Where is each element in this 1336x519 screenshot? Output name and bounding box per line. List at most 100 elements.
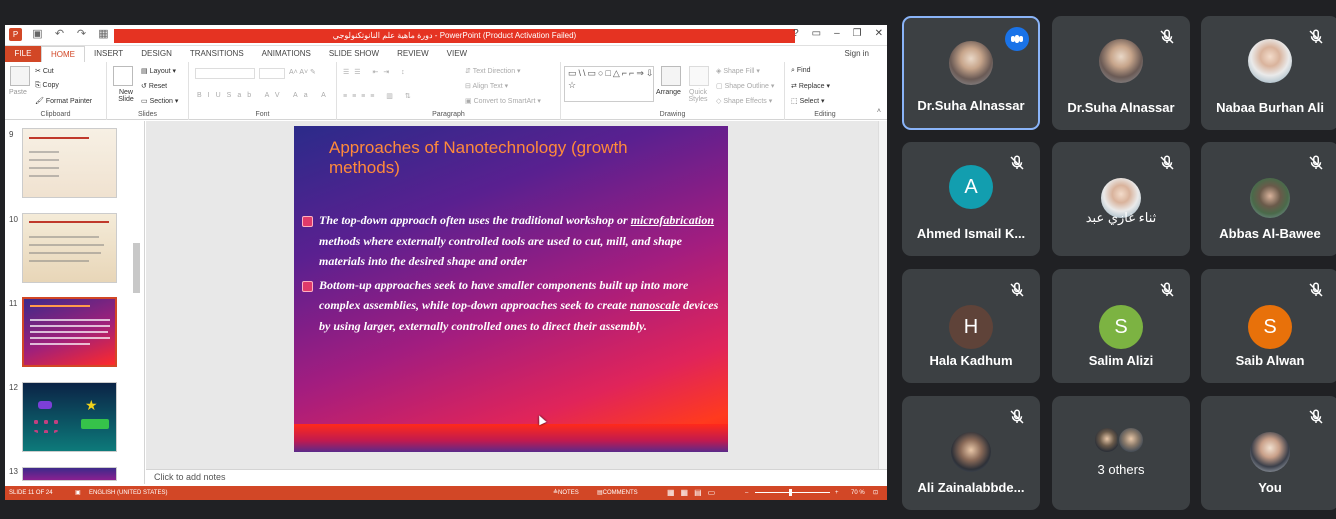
tab-animations[interactable]: ANIMATIONS xyxy=(253,46,320,62)
arrange-icon[interactable] xyxy=(661,66,681,86)
participant-tile[interactable]: Abbas Al-Bawee xyxy=(1201,142,1336,256)
participant-tile[interactable]: ثناء غازي عبد xyxy=(1052,142,1190,256)
zoom-slider-thumb[interactable] xyxy=(789,489,792,496)
new-slide-button[interactable]: New Slide xyxy=(111,89,141,103)
participant-name: Saib Alwan xyxy=(1235,353,1305,368)
copy-button[interactable]: ⎘ Copy xyxy=(35,82,59,90)
participant-tile[interactable]: H Hala Kadhum xyxy=(902,269,1040,383)
slide-thumbnail-13[interactable] xyxy=(22,467,117,481)
participant-name: Dr.Suha Alnassar xyxy=(1067,100,1175,115)
select-button[interactable]: ⬚ Select ▾ xyxy=(791,97,825,105)
view-buttons[interactable]: ▦▦▤▭ xyxy=(667,486,721,500)
fit-slide-icon[interactable]: ⊡ xyxy=(873,486,878,500)
participant-tile[interactable]: A Ahmed Ismail K... xyxy=(902,142,1040,256)
participant-tile[interactable]: Dr.Suha Alnassar xyxy=(902,16,1040,130)
tab-home[interactable]: HOME xyxy=(41,46,85,62)
participant-tile[interactable]: Dr.Suha Alnassar xyxy=(1052,16,1190,130)
grow-shrink-font[interactable]: A˄ A˅ ✎ xyxy=(289,68,316,76)
zoom-level[interactable]: 70 % xyxy=(851,486,865,500)
shape-fill-button[interactable]: ◈ Shape Fill ▾ xyxy=(716,67,760,75)
zoom-in-icon[interactable]: + xyxy=(835,486,839,500)
convert-smartart-button[interactable]: ▣ Convert to SmartArt ▾ xyxy=(465,97,541,105)
tab-file[interactable]: FILE xyxy=(5,46,41,62)
font-name-box[interactable] xyxy=(195,68,255,79)
mic-off-icon xyxy=(1160,282,1174,297)
paste-icon[interactable] xyxy=(10,66,30,86)
section-button[interactable]: ▭ Section ▾ xyxy=(141,97,178,105)
tab-review[interactable]: REVIEW xyxy=(388,46,438,62)
close-icon[interactable]: ✕ xyxy=(875,28,883,39)
thumb-number: 11 xyxy=(9,299,18,308)
thumbnail-scrollbar[interactable] xyxy=(132,123,141,483)
zoom-out-icon[interactable]: – xyxy=(745,486,748,500)
slide-thumbnail-12[interactable]: ★ xyxy=(22,382,117,452)
alignment-buttons[interactable]: ≡≡≡≡ ▥ ⇅ xyxy=(343,92,416,100)
participant-tile[interactable]: S Saib Alwan xyxy=(1201,269,1336,383)
slide-thumbnail-9[interactable] xyxy=(22,128,117,198)
shape-outline-label: Shape Outline xyxy=(724,83,769,90)
paste-button[interactable]: Paste xyxy=(9,89,27,96)
find-button[interactable]: ⌕ Find xyxy=(791,67,811,75)
align-text-button[interactable]: ⊟ Align Text ▾ xyxy=(465,82,508,90)
tab-insert[interactable]: INSERT xyxy=(85,46,132,62)
slide-thumbnail-10[interactable] xyxy=(22,213,117,283)
editor-scrollbar[interactable] xyxy=(878,121,887,469)
shape-outline-button[interactable]: ▢ Shape Outline ▾ xyxy=(716,82,774,90)
tab-view[interactable]: VIEW xyxy=(438,46,476,62)
slide-thumbnail-11[interactable] xyxy=(22,297,117,367)
sign-in-link[interactable]: Sign in xyxy=(845,49,869,58)
format-painter-button[interactable]: 🖌 Format Painter xyxy=(35,97,92,105)
editing-group: ⌕ Find ⇄ Replace ▾ ⬚ Select ▾ Editing xyxy=(785,62,865,120)
font-style-buttons[interactable]: BIUSab AV Aa A xyxy=(197,92,332,99)
participant-tile[interactable]: S Salim Alizi xyxy=(1052,269,1190,383)
cut-button[interactable]: ✂ Cut xyxy=(35,67,54,75)
status-bar: SLIDE 11 OF 24 ▣ ENGLISH (UNITED STATES)… xyxy=(5,486,887,500)
presenter-icon[interactable]: ▦ xyxy=(97,28,110,41)
layout-button[interactable]: ▤ Layout ▾ xyxy=(141,67,176,75)
thumb-number: 12 xyxy=(9,383,18,392)
text-direction-button[interactable]: ⇵ Text Direction ▾ xyxy=(465,67,521,75)
redo-icon[interactable]: ↷ xyxy=(75,28,88,41)
zoom-slider[interactable] xyxy=(755,492,830,493)
reset-button[interactable]: ↺ Reset xyxy=(141,82,167,90)
list-buttons[interactable]: ☰☰ ⇤⇥ ↕ xyxy=(343,68,410,76)
help-icon[interactable]: ? xyxy=(793,28,799,39)
quick-styles-button[interactable]: Quick Styles xyxy=(685,89,711,103)
language-indicator[interactable]: ENGLISH (UNITED STATES) xyxy=(89,486,167,500)
avatar: H xyxy=(949,305,993,349)
tab-design[interactable]: DESIGN xyxy=(132,46,181,62)
collapse-ribbon-icon[interactable]: ˄ xyxy=(877,108,881,115)
save-icon[interactable]: ▣ xyxy=(31,28,44,41)
restore-icon[interactable]: ❐ xyxy=(853,28,862,39)
replace-button[interactable]: ⇄ Replace ▾ xyxy=(791,82,830,90)
convert-smartart-label: Convert to SmartArt xyxy=(473,98,536,105)
hyperlink-microfabrication[interactable]: microfabrication xyxy=(631,213,714,227)
current-slide[interactable]: Approaches of Nanotechnology (growth met… xyxy=(294,126,728,452)
tab-transitions[interactable]: TRANSITIONS xyxy=(181,46,253,62)
participant-name: Hala Kadhum xyxy=(929,353,1013,368)
participant-tile[interactable]: Ali Zainalabbde... xyxy=(902,396,1040,510)
others-avatars xyxy=(1093,426,1149,456)
shapes-gallery[interactable]: ▭\\▭○□△⌐⌐⇒⇩⇧◯△⌒⌒{}☆ xyxy=(564,66,654,102)
new-slide-icon[interactable] xyxy=(113,66,133,86)
thumb-number: 13 xyxy=(9,467,18,476)
undo-icon[interactable]: ↶ xyxy=(53,28,66,41)
notes-button[interactable]: ≜ NOTES xyxy=(553,486,579,500)
participant-tile[interactable]: 3 others xyxy=(1052,396,1190,510)
comments-button[interactable]: ▤ COMMENTS xyxy=(597,486,638,500)
arrange-button[interactable]: Arrange xyxy=(656,89,681,96)
participant-name: Abbas Al-Bawee xyxy=(1219,226,1321,241)
participant-tile[interactable]: You xyxy=(1201,396,1336,510)
font-size-box[interactable] xyxy=(259,68,285,79)
quick-styles-icon[interactable] xyxy=(689,66,709,86)
hyperlink-nanoscale[interactable]: nanoscale xyxy=(630,298,680,312)
ribbon-display-icon[interactable]: ▭ xyxy=(812,28,821,39)
notes-pane[interactable]: Click to add notes xyxy=(146,469,887,484)
text-direction-label: Text Direction xyxy=(472,68,516,75)
participant-tile[interactable]: Nabaa Burhan Ali xyxy=(1201,16,1336,130)
tab-slide-show[interactable]: SLIDE SHOW xyxy=(320,46,388,62)
shape-effects-button[interactable]: ◇ Shape Effects ▾ xyxy=(716,97,772,105)
minimize-icon[interactable]: – xyxy=(834,28,840,39)
slide-count: SLIDE 11 OF 24 xyxy=(9,490,53,496)
spellcheck-icon[interactable]: ▣ xyxy=(75,486,81,500)
